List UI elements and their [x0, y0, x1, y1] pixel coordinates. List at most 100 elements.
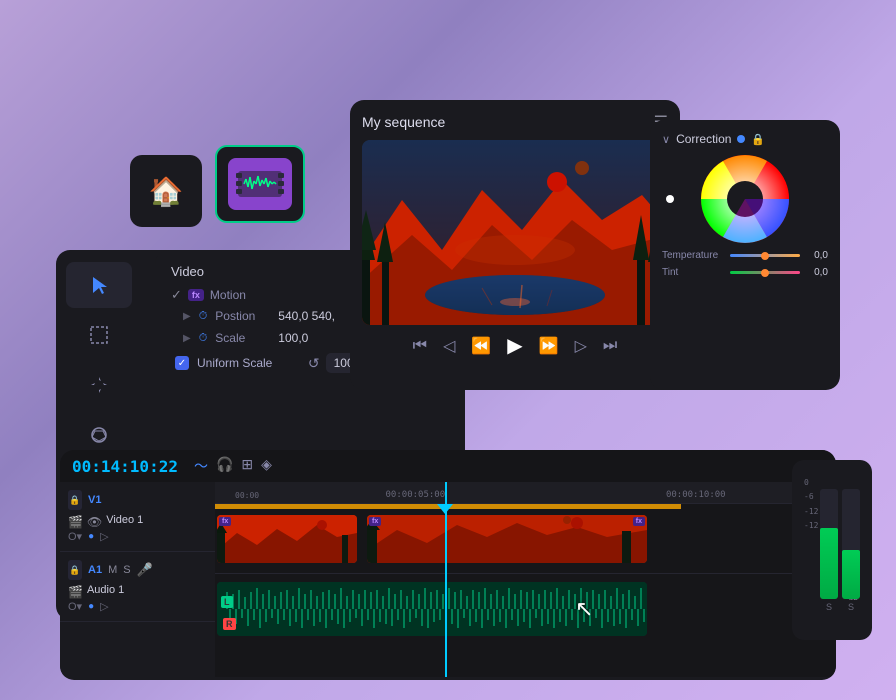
timecode: 00:14:10:22: [72, 457, 178, 476]
correction-lock-icon[interactable]: 🔒: [751, 133, 765, 146]
a1-mic[interactable]: 🎤: [137, 562, 153, 578]
a1-label-row: 🔒 A1 M S 🎤 🎬 Audio 1 O▾ ● ▷: [60, 552, 215, 622]
preview-area: [362, 140, 668, 325]
fx-badge: fx: [188, 289, 204, 301]
meter-bars: S S: [820, 482, 860, 612]
tint-row: Tint 0,0: [662, 267, 828, 278]
audio-waveform-l[interactable]: L: [217, 582, 647, 636]
v1-blend[interactable]: ●: [88, 531, 94, 542]
v1-lock[interactable]: 🔒: [68, 490, 82, 510]
temperature-label: Temperature: [662, 250, 724, 261]
tint-value: 0,0: [806, 267, 828, 278]
correction-title: Correction: [676, 132, 731, 146]
a1-blend[interactable]: ●: [88, 601, 94, 612]
playhead-top: [437, 504, 453, 514]
audio-track: L: [215, 574, 836, 644]
v1-label-row: 🔒 V1 🎬 👁 Video 1 O▾ ● ▷: [60, 482, 215, 552]
tool-move[interactable]: [66, 362, 132, 408]
film-panel[interactable]: [215, 145, 305, 223]
v1-label: V1: [88, 494, 101, 506]
meter-channel-s1: S: [820, 489, 838, 612]
temperature-slider[interactable]: [730, 254, 800, 257]
meter-label-s1: S: [826, 602, 832, 612]
a1-controls: O▾ ● ▷: [68, 600, 207, 613]
video-clip-1[interactable]: fx: [217, 515, 357, 563]
position-value: 540,0 540,: [278, 309, 335, 323]
v1-eye-icon[interactable]: 👁: [87, 515, 102, 529]
correction-chevron: ∨: [662, 133, 670, 146]
transport-prev-frame[interactable]: ⏪: [471, 336, 491, 356]
transport-play[interactable]: ▶: [507, 333, 522, 358]
meter-fill-s1: [820, 528, 838, 600]
timeline-header: 00:14:10:22 〜 🎧 ⊞ ◈: [60, 450, 836, 482]
motion-label: Motion: [210, 288, 246, 302]
meter-label-s2: S: [848, 602, 854, 612]
timeline-tracks: 00:00 00:00:05:00 00:00:10:00 fx: [215, 482, 836, 677]
v1-effects[interactable]: ▷: [100, 530, 108, 543]
clip-fx-1: fx: [219, 517, 231, 526]
transport-step-forward[interactable]: ▷: [575, 336, 587, 356]
ruler-mark-1: 00:00:05:00: [275, 490, 555, 500]
meters-scale: 0 -6 -12 -12: [804, 476, 818, 534]
transport-next-frame[interactable]: ⏩: [539, 336, 559, 356]
meter-bar-s1: [820, 489, 838, 599]
audio1-label: Audio 1: [87, 584, 124, 596]
scale-label: Scale: [215, 331, 270, 345]
color-wheel[interactable]: [700, 154, 790, 244]
tool-select[interactable]: [66, 262, 132, 308]
color-wheel-container: [662, 154, 828, 244]
tl-tool-headphones[interactable]: 🎧: [216, 456, 233, 476]
timeline-panel: 00:14:10:22 〜 🎧 ⊞ ◈ 🔒 V1 🎬 👁 Video 1: [60, 450, 836, 680]
video1-label: Video 1: [106, 514, 143, 526]
scale-neg12b: -12: [804, 519, 818, 533]
uniform-scale-checkbox[interactable]: ✓: [175, 356, 189, 370]
a1-solo[interactable]: S: [123, 564, 130, 576]
home-panel: 🏠: [130, 155, 202, 227]
v1-film-icon: 🎬: [68, 515, 83, 529]
v1-opacity[interactable]: O▾: [68, 530, 82, 543]
transport-to-start[interactable]: ⏮: [413, 337, 427, 355]
timeline-tools: 〜 🎧 ⊞ ◈: [194, 456, 272, 476]
position-label: Postion: [215, 309, 270, 323]
correction-dot-blue: [737, 135, 745, 143]
audio-meters-panel: 0 -6 -12 -12 dB S S: [792, 460, 872, 640]
tl-tool-wave[interactable]: 〜: [194, 456, 208, 476]
tl-tool-layers[interactable]: ⊞: [241, 456, 253, 476]
film-icon: [228, 158, 292, 210]
tint-slider[interactable]: [730, 271, 800, 274]
scale-0: 0: [804, 476, 818, 490]
transport-to-end[interactable]: ⏭: [603, 337, 617, 355]
a1-film-icon: 🎬: [68, 585, 83, 599]
clip-fx-3: fx: [633, 517, 645, 526]
tool-marquee[interactable]: [66, 312, 132, 358]
ruler-mark-0: 00:00: [219, 491, 275, 500]
temperature-row: Temperature 0,0: [662, 250, 828, 261]
uniform-scale-label: Uniform Scale: [197, 356, 272, 370]
scale-neg12a: -12: [804, 505, 818, 519]
sequence-panel: My sequence ☰: [350, 100, 680, 390]
meter-fill-s2: [842, 550, 860, 600]
v1-controls: O▾ ● ▷: [68, 530, 207, 543]
sequence-title: My sequence: [362, 114, 445, 130]
a1-label: A1: [88, 564, 102, 576]
a1-lock[interactable]: 🔒: [68, 560, 82, 580]
r-label: R: [223, 618, 236, 630]
correction-panel: ∨ Correction 🔒: [650, 120, 840, 390]
transport-step-back[interactable]: ◁: [443, 336, 455, 356]
video-track: fx fx fx: [215, 504, 836, 574]
track-labels: 🔒 V1 🎬 👁 Video 1 O▾ ● ▷ 🔒 A1: [60, 482, 215, 677]
video-clip-2[interactable]: fx fx: [367, 515, 647, 563]
color-wheel-selector[interactable]: [666, 195, 674, 203]
transport-bar: ⏮ ◁ ⏪ ▶ ⏩ ▷ ⏭: [362, 333, 668, 358]
a1-opacity[interactable]: O▾: [68, 600, 82, 613]
temperature-value: 0,0: [806, 250, 828, 261]
meter-channel-s2: S: [842, 489, 860, 612]
scale-value: 100,0: [278, 331, 308, 345]
sequence-header: My sequence ☰: [362, 112, 668, 132]
meter-bar-s2: [842, 489, 860, 599]
tl-tool-marker[interactable]: ◈: [261, 456, 272, 476]
a1-mono: M: [108, 564, 117, 576]
home-icon[interactable]: 🏠: [149, 175, 184, 208]
a1-effects[interactable]: ▷: [100, 600, 108, 613]
ruler: 00:00 00:00:05:00 00:00:10:00: [215, 482, 836, 504]
